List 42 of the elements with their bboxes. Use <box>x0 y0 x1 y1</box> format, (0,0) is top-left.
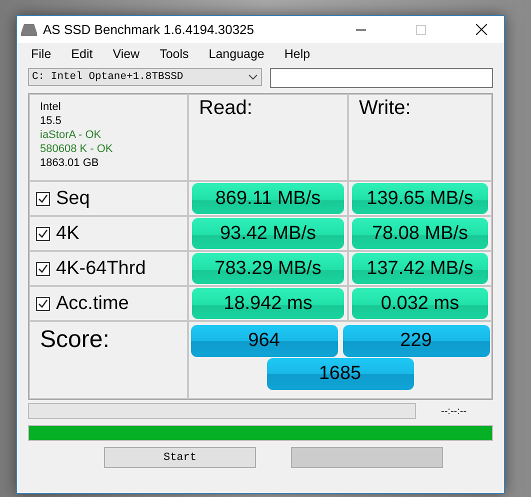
checkbox[interactable] <box>36 296 50 310</box>
info-text: 580608 K - OK <box>40 142 113 156</box>
checkbox[interactable] <box>36 192 50 206</box>
info-text: iaStorA - OK <box>40 128 102 142</box>
read-result: 18.942 ms <box>192 288 344 319</box>
read-result: 783.29 MB/s <box>192 253 344 284</box>
column-header: Write: <box>359 97 411 120</box>
score-label: Score: <box>40 326 110 354</box>
checkbox[interactable] <box>36 226 50 240</box>
menu-item[interactable]: File <box>21 47 62 61</box>
info-text: 15.5 <box>40 114 62 128</box>
read-result: 93.42 MB/s <box>192 218 344 249</box>
chevron-down-icon <box>248 74 258 80</box>
test-label: Acc.time <box>56 292 129 314</box>
total-score: 1685 <box>266 358 414 390</box>
elapsed-time: --:--:-- <box>441 406 467 416</box>
write-score: 229 <box>342 325 490 357</box>
write-result: 78.08 MB/s <box>352 218 488 249</box>
checkbox[interactable] <box>36 262 50 276</box>
menu-item[interactable]: Help <box>274 47 320 61</box>
maximize-icon <box>416 24 426 34</box>
menu-item[interactable]: Edit <box>61 47 103 61</box>
close-icon <box>476 24 486 35</box>
menu-item[interactable]: Tools <box>150 47 199 61</box>
write-result: 139.65 MB/s <box>352 183 488 214</box>
test-label: 4K-64Thrd <box>56 258 146 280</box>
test-label: Seq <box>56 188 90 210</box>
start-button[interactable]: Start <box>104 447 256 468</box>
info-text: Intel <box>40 100 61 114</box>
column-header: Read: <box>199 97 252 120</box>
window-title: AS SSD Benchmark 1.6.4194.30325 <box>43 22 256 37</box>
write-result: 0.032 ms <box>352 288 488 319</box>
input-field[interactable] <box>270 68 493 88</box>
drive-dropdown[interactable]: C: Intel Optane+1.8TBSSD <box>28 68 262 86</box>
read-result: 869.11 MB/s <box>192 183 344 214</box>
drive-icon <box>21 24 37 36</box>
menu-item[interactable]: View <box>102 47 150 61</box>
test-label: 4K <box>56 222 80 244</box>
menu-item[interactable]: Language <box>198 47 274 61</box>
write-result: 137.42 MB/s <box>352 253 488 284</box>
read-score: 964 <box>190 325 338 357</box>
info-text: 1863.01 GB <box>40 156 99 170</box>
